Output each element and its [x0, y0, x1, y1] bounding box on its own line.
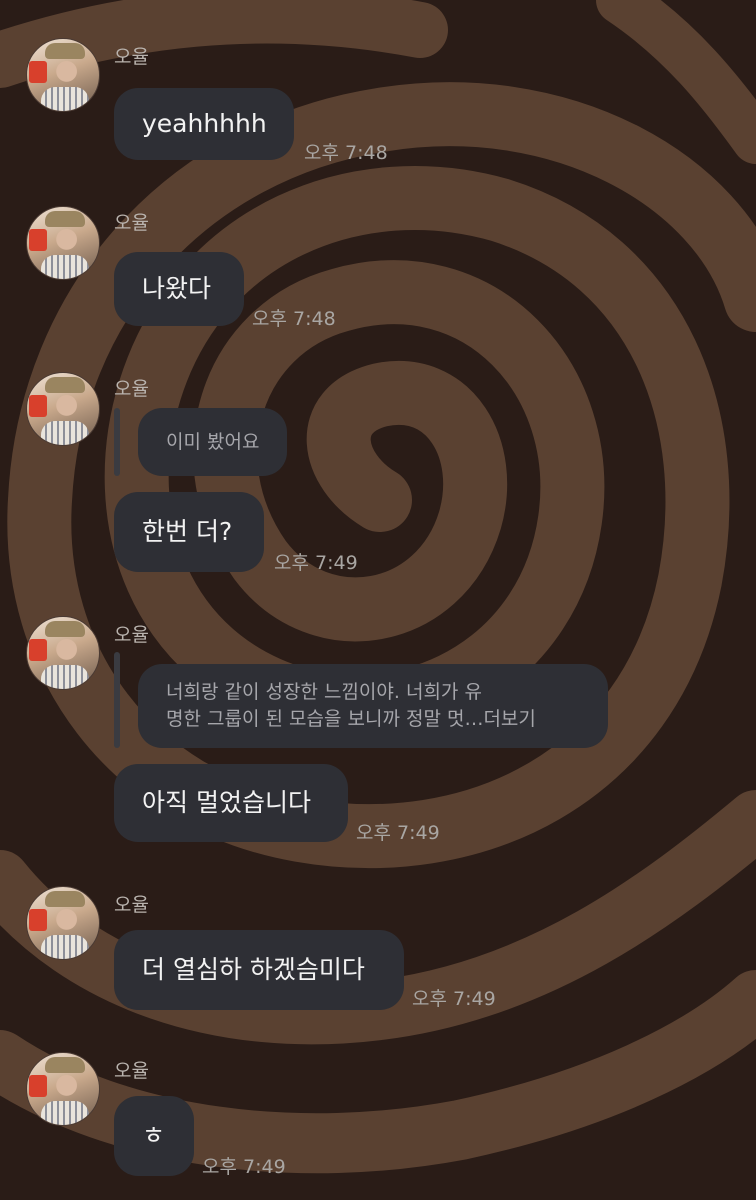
message-bubble[interactable]: yeahhhhh — [114, 88, 294, 160]
quoted-text-line: 명한 그룹이 된 모습을 보니까 정말 멋… — [166, 708, 484, 730]
message-time: 오후 7:48 — [252, 308, 336, 330]
message-time: 오후 7:49 — [356, 822, 440, 844]
quote-bar — [114, 408, 120, 476]
message-time: 오후 7:49 — [412, 988, 496, 1010]
avatar[interactable] — [26, 372, 100, 446]
sender-name: 오율 — [114, 378, 149, 400]
message-bubble[interactable]: 더 열심하 하겠슴미다 — [114, 930, 404, 1010]
more-link[interactable]: 더보기 — [483, 708, 535, 730]
message-time: 오후 7:48 — [304, 142, 388, 164]
sender-name: 오율 — [114, 1060, 149, 1082]
message-time: 오후 7:49 — [202, 1156, 286, 1178]
sender-name: 오율 — [114, 894, 149, 916]
quoted-reply[interactable]: 너희랑 같이 성장한 느낌이야. 너희가 유 명한 그룹이 된 모습을 보니까 … — [138, 664, 608, 748]
avatar[interactable] — [26, 206, 100, 280]
sender-name: 오율 — [114, 46, 149, 68]
quoted-reply[interactable]: 이미 봤어요 — [138, 408, 288, 476]
sender-name: 오율 — [114, 624, 149, 646]
avatar[interactable] — [26, 1052, 100, 1126]
quote-bar — [114, 652, 120, 748]
message-time: 오후 7:49 — [274, 552, 358, 574]
message-bubble[interactable]: ㅎ — [114, 1096, 194, 1176]
swirl-background — [0, 0, 756, 1200]
quoted-text: 이미 봤어요 — [166, 430, 260, 453]
avatar[interactable] — [26, 38, 100, 112]
quoted-text-line: 너희랑 같이 성장한 느낌이야. 너희가 유 — [166, 681, 482, 703]
avatar[interactable] — [26, 616, 100, 690]
sender-name: 오율 — [114, 212, 149, 234]
message-bubble[interactable]: 한번 더? — [114, 492, 264, 572]
message-bubble[interactable]: 나왔다 — [114, 252, 244, 326]
avatar[interactable] — [26, 886, 100, 960]
message-bubble[interactable]: 아직 멀었습니다 — [114, 764, 348, 842]
